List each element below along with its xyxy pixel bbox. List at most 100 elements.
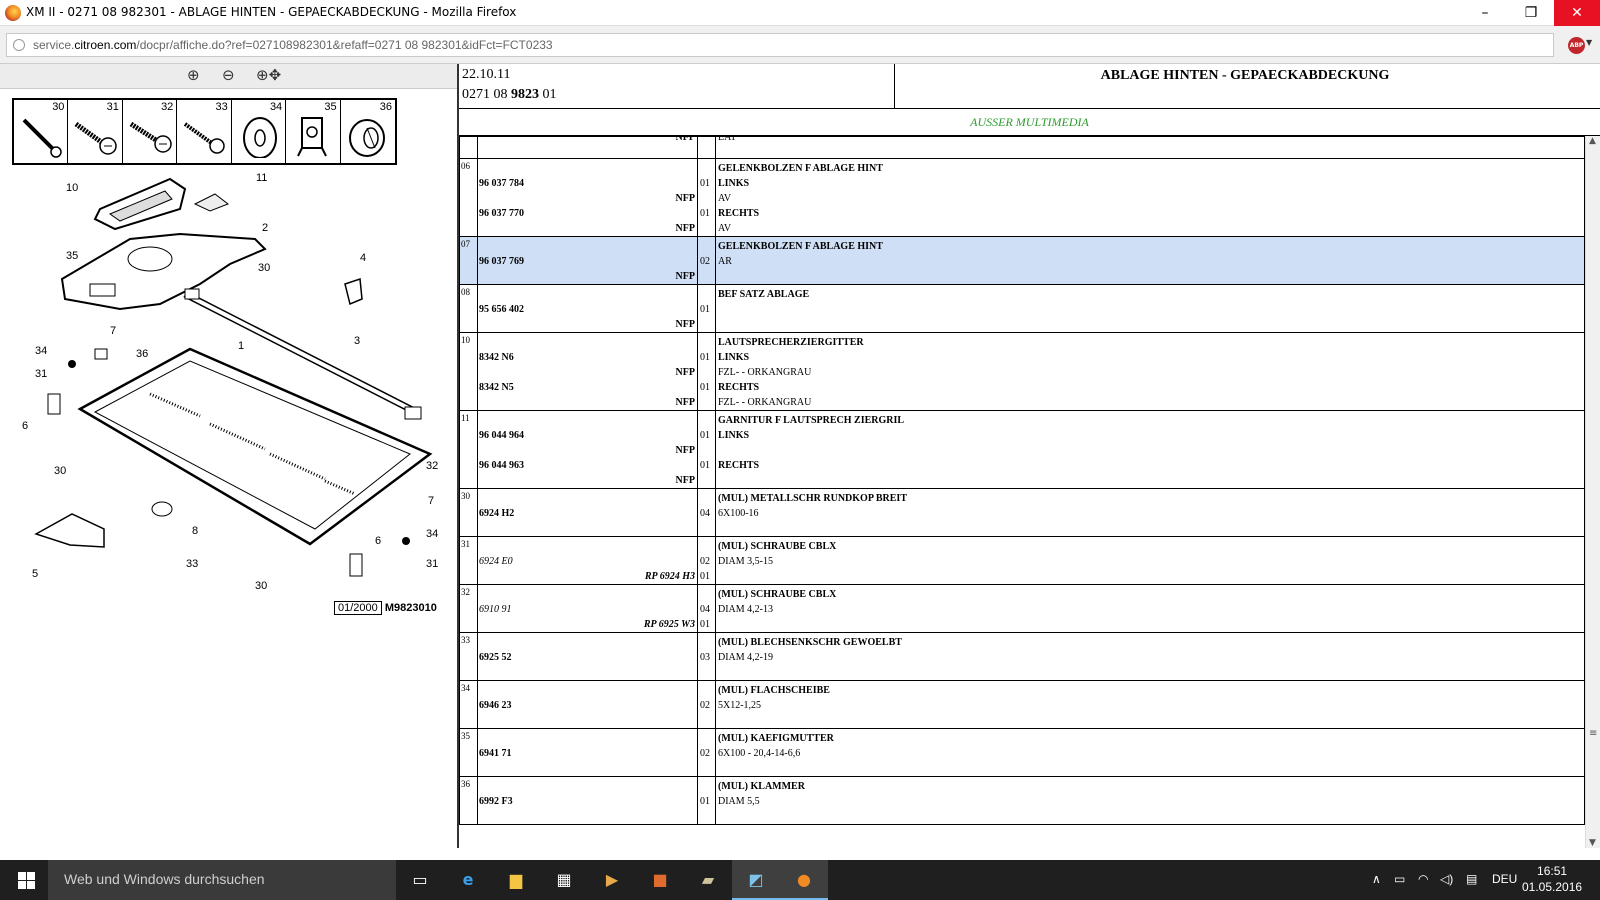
chevron-up-icon[interactable]: ∧ <box>1372 872 1381 886</box>
task-view-icon[interactable]: ▭ <box>396 860 444 900</box>
position-cell: 34 <box>459 680 478 729</box>
nfp-flag[interactable]: NFP <box>478 136 697 145</box>
speaker-grille-part[interactable] <box>93 177 187 231</box>
part-cell-31[interactable]: 31 <box>68 100 123 163</box>
part-number[interactable]: 96 044 964 <box>478 428 697 443</box>
table-row[interactable]: NFP EAT <box>459 136 1585 159</box>
part-cell-30[interactable]: 30 <box>14 100 69 163</box>
scroll-down-icon[interactable]: ▼ <box>1589 838 1596 848</box>
table-row[interactable]: 32 6910 91 RP 6925 W3 04 01 (MUL) SCHRAUBE CB… <box>459 584 1585 633</box>
restore-button[interactable]: ❐ <box>1508 0 1554 26</box>
pin-part[interactable] <box>344 277 363 306</box>
bracket-part[interactable] <box>94 348 108 360</box>
description-cell: (MUL) METALLSCHR RUNDKOP BREIT 6X100-16 <box>715 488 1585 537</box>
table-row[interactable]: 07 96 037 769 NFP 02 GELENKBOLZEN F ABLAGE H… <box>459 236 1585 285</box>
nfp-flag[interactable]: NFP <box>478 317 697 332</box>
part-number[interactable]: 6910 91 <box>478 602 697 617</box>
table-row[interactable]: 31 6924 E0 RP 6924 H3 02 01 (MUL) SCHRAUBE CB… <box>459 536 1585 585</box>
description-line: AV <box>718 193 732 204</box>
wifi-icon[interactable]: ◠ <box>1418 872 1428 886</box>
part-number[interactable]: 95 656 402 <box>478 302 697 317</box>
part-number[interactable]: 96 037 769 <box>478 254 697 269</box>
replacement-ref[interactable]: RP 6924 H3 <box>478 569 697 584</box>
part-number[interactable]: 6992 F3 <box>478 794 697 809</box>
scroll-up-icon[interactable]: ▲ <box>1589 136 1596 146</box>
part-number[interactable]: 6925 52 <box>478 650 697 665</box>
callout-label: 35 <box>66 250 78 262</box>
description-line: GELENKBOLZEN F ABLAGE HINT <box>718 163 883 174</box>
volume-icon[interactable]: ◁) <box>1440 872 1453 886</box>
part-number <box>478 731 697 746</box>
part-cell-33[interactable]: 33 <box>177 100 232 163</box>
chevron-down-icon[interactable]: ▼ <box>1586 38 1592 47</box>
table-row[interactable]: 08 95 656 402 NFP 01 BEF SATZ ABLAGE <box>459 284 1585 333</box>
table-row[interactable]: 06 96 037 784 NFP 96 037 770 NFP 01 01 GELENKBO… <box>459 158 1585 237</box>
part-cell-35[interactable]: 35 <box>286 100 341 163</box>
hinge-pin-part[interactable] <box>349 553 363 577</box>
minimize-button[interactable]: – <box>1462 0 1508 26</box>
nfp-flag[interactable]: NFP <box>478 269 697 284</box>
part-number[interactable]: 96 037 770 <box>478 206 697 221</box>
app-icon[interactable]: ◩ <box>732 860 780 900</box>
hinge-pin-part[interactable] <box>47 393 61 415</box>
nfp-flag[interactable]: NFP <box>478 395 697 410</box>
parcel-shelf-part[interactable] <box>77 347 433 546</box>
part-cell-36[interactable]: 36 <box>341 100 395 163</box>
clock[interactable]: 16:51 01.05.2016 <box>1522 863 1582 895</box>
nfp-flag[interactable]: NFP <box>478 443 697 458</box>
part-cell-32[interactable]: 32 <box>123 100 178 163</box>
part-number[interactable]: 6946 23 <box>478 698 697 713</box>
table-row[interactable]: 35 6941 71 02 (MUL) KAEFIGMUTTER 6X100 - 20,… <box>459 728 1585 777</box>
start-button[interactable] <box>0 860 50 900</box>
speaker-housing-part[interactable] <box>60 232 267 311</box>
quantity <box>698 473 715 488</box>
table-row[interactable]: 30 6924 H2 04 (MUL) METALLSCHR RUNDKOP BREI… <box>459 488 1585 537</box>
notification-icon[interactable]: ▤ <box>1466 872 1477 886</box>
adblock-plus-icon[interactable]: ABP <box>1568 37 1585 54</box>
zoom-pan-icon[interactable]: ⊕✥ <box>256 66 281 84</box>
close-button[interactable]: ✕ <box>1554 0 1600 26</box>
store-icon[interactable]: ▦ <box>540 860 588 900</box>
table-row[interactable]: 10 8342 N6 NFP 8342 N5 NFP 01 01 LAUTSPRECHERZI… <box>459 332 1585 411</box>
clip-part[interactable] <box>151 501 173 517</box>
part-number[interactable]: 8342 N5 <box>478 380 697 395</box>
part-number[interactable]: 96 044 963 <box>478 458 697 473</box>
address-bar[interactable]: service.citroen.com/docpr/affiche.do?ref… <box>6 33 1554 57</box>
table-row[interactable]: 34 6946 23 02 (MUL) FLACHSCHEIBE 5X12-1,25 <box>459 680 1585 729</box>
countersunk-screw-icon <box>184 122 226 154</box>
table-row[interactable]: 11 96 044 964 NFP 96 044 963 NFP 01 01 GARNITUR… <box>459 410 1585 489</box>
nfp-flag[interactable]: NFP <box>478 365 697 380</box>
part-number[interactable]: 6941 71 <box>478 746 697 761</box>
nfp-flag[interactable]: NFP <box>478 221 697 236</box>
grille-trim-part[interactable] <box>193 193 230 212</box>
part-number[interactable]: 6924 E0 <box>478 554 697 569</box>
battery-icon[interactable]: ▭ <box>1394 872 1405 886</box>
part-number <box>478 161 697 176</box>
scroll-grip-icon[interactable]: ≡ <box>1589 728 1597 739</box>
firefox-taskbar-icon[interactable]: ● <box>780 860 828 900</box>
taskbar-search-box[interactable]: Web und Windows durchsuchen <box>48 860 396 900</box>
remote-desktop-icon[interactable]: ▰ <box>684 860 732 900</box>
scrollbar[interactable]: ▲ ≡ ▼ <box>1585 136 1600 848</box>
part-number[interactable]: 8342 N6 <box>478 350 697 365</box>
cover-plate-part[interactable] <box>34 513 105 548</box>
description-cell: (MUL) BLECHSENKSCHR GEWOELBT DIAM 4,2-19 <box>715 632 1585 681</box>
file-explorer-icon[interactable]: ▆ <box>492 860 540 900</box>
media-player-icon[interactable]: ▶ <box>588 860 636 900</box>
edge-icon[interactable]: e <box>444 860 492 900</box>
office-icon[interactable]: ■ <box>636 860 684 900</box>
nfp-flag[interactable]: NFP <box>478 191 697 206</box>
nfp-flag[interactable]: NFP <box>478 473 697 488</box>
position-number: 11 <box>461 413 470 423</box>
replacement-ref[interactable]: RP 6925 W3 <box>478 617 697 632</box>
part-number[interactable]: 96 037 784 <box>478 176 697 191</box>
zoom-out-icon[interactable]: ⊖ <box>222 66 235 84</box>
language-indicator[interactable]: DEU <box>1492 872 1517 886</box>
part-cell-34[interactable]: 34 <box>232 100 287 163</box>
zoom-in-icon[interactable]: ⊕ <box>187 66 200 84</box>
url-text[interactable]: service.citroen.com/docpr/affiche.do?ref… <box>33 38 553 52</box>
callout-label: 6 <box>375 535 381 547</box>
part-number[interactable]: 6924 H2 <box>478 506 697 521</box>
table-row[interactable]: 33 6925 52 03 (MUL) BLECHSENKSCHR GEWOELBT D… <box>459 632 1585 681</box>
table-row[interactable]: 36 6992 F3 01 (MUL) KLAMMER DIAM 5,5 <box>459 776 1585 825</box>
